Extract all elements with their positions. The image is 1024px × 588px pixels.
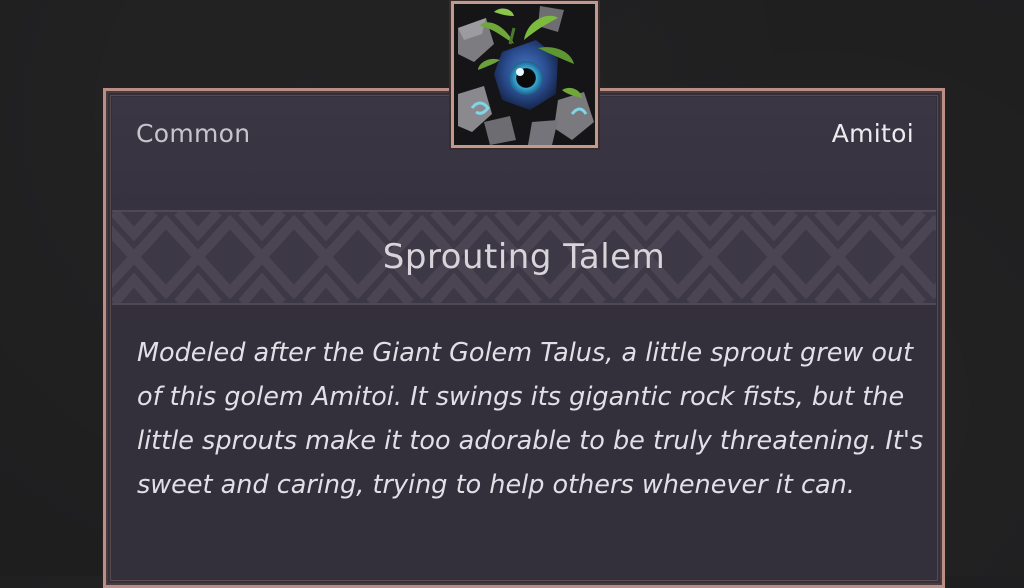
title-banner: Sprouting Talem [112,210,936,305]
item-portrait [451,1,598,148]
rarity-label: Common [136,119,251,148]
item-title: Sprouting Talem [382,237,666,277]
category-label: Amitoi [831,119,914,148]
golem-sprout-icon [454,4,595,145]
item-description: Modeled after the Giant Golem Talus, a l… [137,338,924,500]
item-tooltip-panel: Common Amitoi Sprouting Talem Modeled af… [103,88,945,588]
